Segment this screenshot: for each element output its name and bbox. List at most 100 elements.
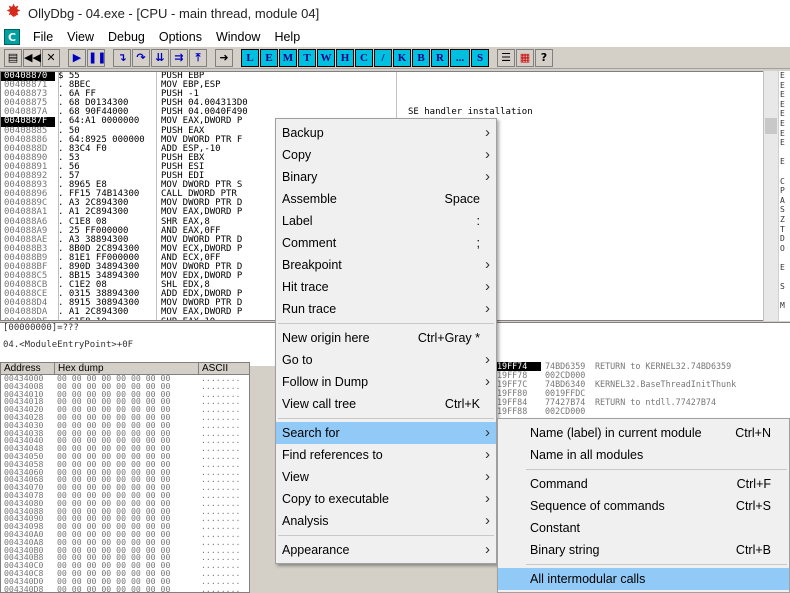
open-icon[interactable]: ▤ [4, 48, 22, 67]
menu-item-label: Copy to executable [282, 492, 390, 506]
menu-item-hit-trace[interactable]: Hit trace › [276, 276, 496, 298]
menu-item-label: Assemble [282, 192, 337, 206]
menu-options[interactable]: Options [152, 30, 209, 44]
log-window-button[interactable]: L [241, 48, 259, 67]
handles-button[interactable]: H [336, 48, 354, 67]
threads-button[interactable]: T [298, 48, 316, 67]
go-to-icon[interactable]: ➜ [215, 48, 233, 67]
submenu-item-sequence-of-commands[interactable]: Sequence of commands Ctrl+S [498, 495, 789, 517]
stack-row[interactable]: 19FF7C 74BD6340 KERNEL32.BaseThreadInitThu… [497, 380, 790, 389]
trace-into-icon[interactable]: ⇊ [151, 48, 169, 67]
menu-item-label: Breakpoint [282, 258, 342, 272]
dump-row[interactable]: 004340D8 00 00 00 00 00 00 00 00........ [1, 585, 249, 592]
menu-item-copy-to-executable[interactable]: Copy to executable › [276, 488, 496, 510]
menu-item-binary[interactable]: Binary › [276, 166, 496, 188]
menu-item-new-origin-here[interactable]: New origin here Ctrl+Gray * [276, 327, 496, 349]
stack-row[interactable]: 19FF84 77427B74 RETURN to ntdll.77427B74 [497, 398, 790, 407]
close-icon[interactable]: ✕ [42, 48, 60, 67]
pause-icon[interactable]: ❚❚ [87, 48, 106, 67]
cpu-button[interactable]: C [355, 48, 373, 67]
menu-item-shortcut: Ctrl+Gray * [417, 331, 480, 345]
step-over-icon[interactable]: ↷ [132, 48, 150, 67]
menu-item-view-call-tree[interactable]: View call tree Ctrl+K [276, 393, 496, 415]
submenu-item-name-label-in-current-module[interactable]: Name (label) in current module Ctrl+N [498, 422, 789, 444]
disasm-comment: SE handler installation [408, 107, 533, 118]
disasm-row[interactable]: 00408870 $ 55 PUSH EBP [1, 72, 777, 82]
menu-item-analysis[interactable]: Analysis › [276, 510, 496, 532]
memory-button[interactable]: M [279, 48, 297, 67]
help-icon[interactable]: ? [535, 48, 553, 67]
step-into-icon[interactable]: ↴ [113, 48, 131, 67]
references-button[interactable]: R [431, 48, 449, 67]
menu-file[interactable]: File [26, 30, 60, 44]
menu-item-label: View [282, 470, 309, 484]
menu-item-search-for[interactable]: Search for › [276, 422, 496, 444]
menu-item-label: Appearance [282, 543, 350, 557]
execute-till-return-icon[interactable]: ⤒ [189, 48, 207, 67]
stack-row[interactable]: 19FF74 74BD6359 RETURN to KERNEL32.74BD635… [497, 362, 790, 371]
modules-button[interactable]: E [260, 48, 278, 67]
ollydbg-logo-icon [6, 2, 22, 22]
menu-item-backup[interactable]: Backup › [276, 122, 496, 144]
menu-item-shortcut: Space [444, 192, 480, 206]
breakpoints-button[interactable]: B [412, 48, 430, 67]
trace-over-icon[interactable]: ⇉ [170, 48, 188, 67]
menu-item-appearance[interactable]: Appearance › [276, 539, 496, 561]
menu-separator [526, 564, 787, 565]
menu-bar: C File View Debug Options Window Help [0, 26, 790, 47]
list-icon[interactable]: ☰ [497, 48, 515, 67]
menu-item-label: Analysis [282, 514, 329, 528]
submenu-item-constant[interactable]: Constant [498, 517, 789, 539]
source-button[interactable]: S [471, 48, 489, 67]
submenu-item-binary-string[interactable]: Binary string Ctrl+B [498, 539, 789, 561]
run-icon[interactable]: ▶ [68, 48, 86, 67]
menu-item-go-to[interactable]: Go to › [276, 349, 496, 371]
menu-item-shortcut: Ctrl+F [736, 477, 771, 491]
menu-item-follow-in-dump[interactable]: Follow in Dump › [276, 371, 496, 393]
chevron-right-icon: › [485, 278, 490, 295]
dump-pane[interactable]: Address Hex dump ASCII 00434000 00 00 00 … [0, 362, 250, 593]
chevron-right-icon: › [485, 256, 490, 273]
disasm-address: 004088DF [1, 317, 55, 320]
chevron-right-icon: › [485, 446, 490, 463]
menu-item-comment[interactable]: Comment; [276, 232, 496, 254]
cpu-window-icon[interactable]: C [4, 28, 20, 45]
menu-item-run-trace[interactable]: Run trace › [276, 298, 496, 320]
stack-row[interactable]: 19FF88 002CD000 [497, 407, 790, 416]
menu-item-breakpoint[interactable]: Breakpoint › [276, 254, 496, 276]
call-stack-button[interactable]: K [393, 48, 411, 67]
menu-item-label: Constant [530, 521, 581, 535]
patches-button[interactable]: / [374, 48, 392, 67]
grid-icon[interactable]: ▦ [516, 48, 534, 67]
rewind-icon[interactable]: ◀◀ [23, 48, 41, 67]
windows-button[interactable]: W [317, 48, 335, 67]
run-trace-button[interactable]: ... [450, 48, 470, 67]
menu-item-find-references-to[interactable]: Find references to › [276, 444, 496, 466]
cpu-scrollbar[interactable] [763, 71, 778, 321]
menu-debug[interactable]: Debug [101, 30, 152, 44]
menu-help[interactable]: Help [267, 30, 307, 44]
menu-item-label: Copy [282, 148, 312, 162]
toolbar: ▤ ◀◀ ✕ ▶ ❚❚ ↴ ↷ ⇊ ⇉ ⤒ ➜ L E M T W H C / … [0, 47, 790, 69]
submenu-item-command[interactable]: Command Ctrl+F [498, 473, 789, 495]
chevron-right-icon: › [485, 124, 490, 141]
submenu-item-name-in-all-modules[interactable]: Name in all modules [498, 444, 789, 466]
menu-item-copy[interactable]: Copy › [276, 144, 496, 166]
menu-item-label: Name in all modules [530, 448, 644, 462]
menu-item-label[interactable]: Label: [276, 210, 496, 232]
chevron-right-icon: › [485, 300, 490, 317]
menu-item-view[interactable]: View › [276, 466, 496, 488]
registers-pane[interactable]: EEEEEEEE E CPASZTDO E S M S S S S S S S … [779, 71, 790, 321]
chevron-right-icon: › [485, 351, 490, 368]
chevron-right-icon: › [485, 146, 490, 163]
menu-item-shortcut: ; [476, 236, 480, 250]
menu-item-label: Comment [282, 236, 337, 250]
menu-view[interactable]: View [60, 30, 101, 44]
menu-item-shortcut: Ctrl+B [735, 543, 771, 557]
menu-separator [278, 323, 494, 324]
menu-window[interactable]: Window [209, 30, 267, 44]
submenu-item-all-intermodular-calls[interactable]: All intermodular calls [498, 568, 789, 590]
disasm-row[interactable]: 00408871. 8BEC MOV EBP,ESP [1, 80, 777, 90]
menu-item-assemble[interactable]: Assemble Space [276, 188, 496, 210]
menu-item-label: Binary [282, 170, 318, 184]
